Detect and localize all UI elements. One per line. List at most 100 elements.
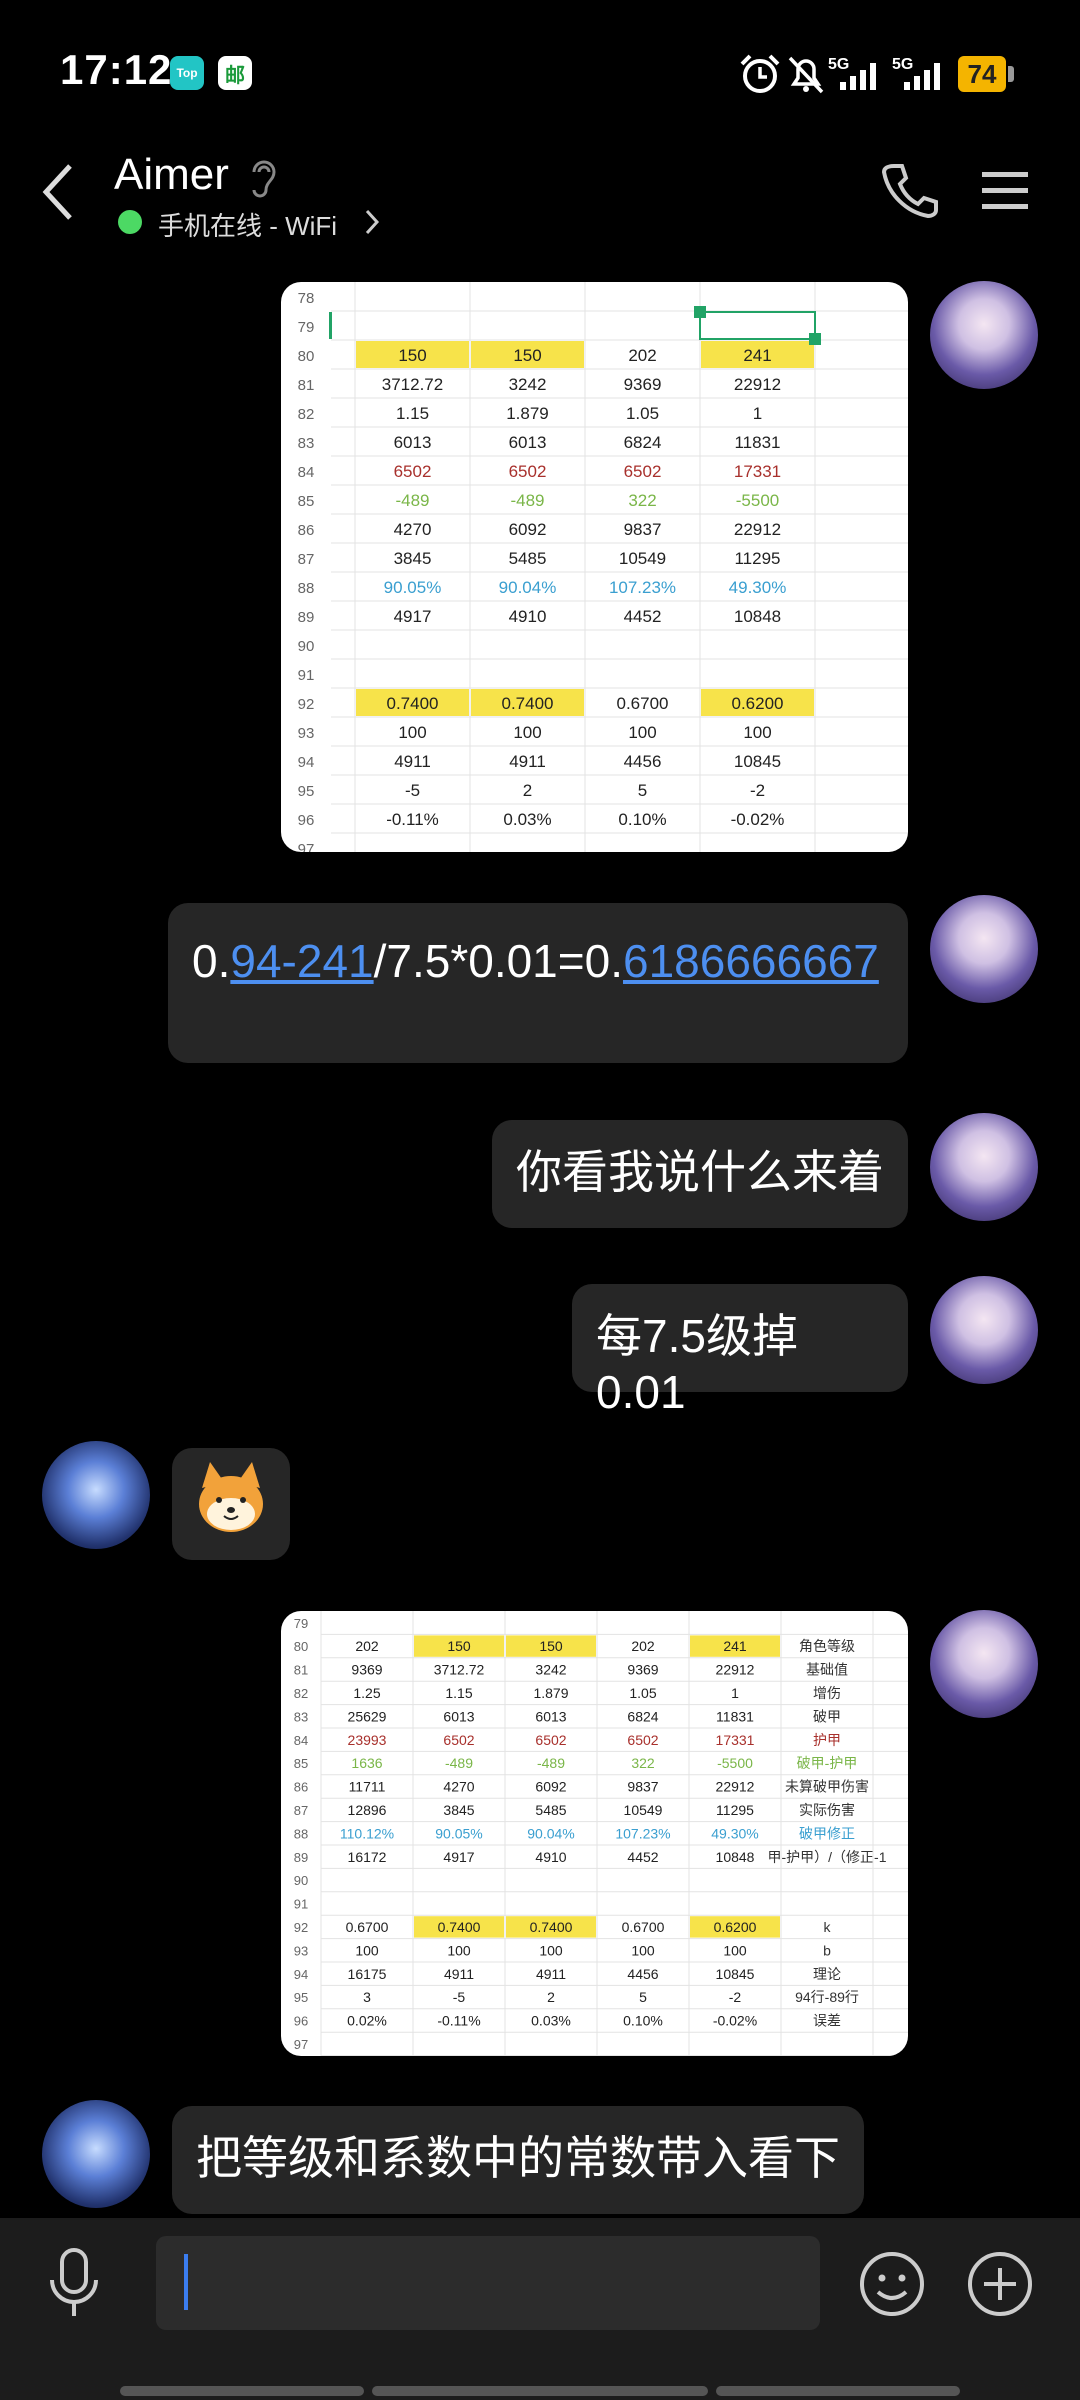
sheet-cell: 9837 bbox=[624, 520, 662, 539]
row-number: 89 bbox=[294, 1850, 308, 1865]
sheet-cell: 22912 bbox=[734, 520, 781, 539]
spreadsheet-image-1[interactable]: 78 79 80 150 150 202 241 81 3712.72 3242 9369 22912… bbox=[281, 282, 908, 852]
sheet-cell: 2 bbox=[547, 1989, 555, 2005]
sheet-cell: 5485 bbox=[535, 1802, 566, 1818]
row-number: 89 bbox=[298, 609, 315, 626]
sheet-cell: 100 bbox=[723, 1942, 747, 1958]
row-number: 87 bbox=[298, 551, 315, 568]
sheet-cell: 甲-护甲）/（修正-1 bbox=[768, 1849, 887, 1865]
message-bubble[interactable]: 你看我说什么来着 bbox=[492, 1120, 908, 1228]
sheet-cell: 241 bbox=[743, 346, 771, 365]
message-input[interactable] bbox=[156, 2236, 820, 2330]
chat-title[interactable]: Aimer bbox=[114, 150, 229, 200]
row-number: 80 bbox=[294, 1639, 308, 1654]
sheet-cell: 0.6200 bbox=[732, 694, 784, 713]
sheet-cell: 100 bbox=[628, 723, 656, 742]
sheet-cell: 破甲-护甲 bbox=[797, 1755, 858, 1771]
sheet-cell: -5500 bbox=[736, 491, 779, 510]
row-number: 78 bbox=[298, 290, 315, 307]
sheet-cell: 4452 bbox=[627, 1849, 658, 1865]
chevron-right-icon[interactable] bbox=[364, 208, 380, 236]
sheet-cell: 6824 bbox=[627, 1708, 658, 1724]
row-number: 84 bbox=[298, 464, 315, 481]
battery-tip bbox=[1008, 66, 1014, 82]
sheet-cell: 1 bbox=[731, 1685, 739, 1701]
phone-icon[interactable] bbox=[880, 160, 940, 220]
avatar[interactable] bbox=[930, 895, 1038, 1003]
sheet-cell: 0.03% bbox=[531, 2013, 571, 2029]
sheet-cell: 22912 bbox=[716, 1779, 755, 1795]
avatar[interactable] bbox=[930, 1113, 1038, 1221]
avatar[interactable] bbox=[930, 1276, 1038, 1384]
sheet-cell: 6502 bbox=[443, 1732, 474, 1748]
formula-prefix: 0. bbox=[192, 935, 231, 987]
row-number: 95 bbox=[294, 1990, 308, 2005]
row-marker bbox=[329, 312, 332, 339]
sheet-cell: 理论 bbox=[813, 1966, 841, 1982]
nav-segment bbox=[120, 2386, 364, 2396]
avatar[interactable] bbox=[42, 1441, 150, 1549]
sheet-cell: 4270 bbox=[443, 1779, 474, 1795]
row-number: 85 bbox=[298, 493, 315, 510]
sheet-cell: -0.02% bbox=[713, 2013, 757, 2029]
row-number: 83 bbox=[294, 1709, 308, 1724]
spreadsheet-image-2[interactable]: 79 80 202 150 150 202 241 角色等级 81 9369 3712.72 3242… bbox=[281, 1611, 908, 2056]
menu-icon[interactable] bbox=[980, 168, 1030, 214]
sheet-cell: 90.05% bbox=[435, 1825, 482, 1841]
message-bubble[interactable]: 0.94-241/7.5*0.01=0.6186666667 bbox=[168, 903, 908, 1063]
row-number: 88 bbox=[298, 580, 315, 597]
sheet-cell: 150 bbox=[447, 1638, 471, 1654]
sheet-cell: 0.7400 bbox=[530, 1919, 573, 1935]
online-status[interactable]: 手机在线 - WiFi bbox=[158, 206, 337, 243]
nav-segment bbox=[716, 2386, 960, 2396]
sheet-cell: 10848 bbox=[716, 1849, 755, 1865]
sheet-cell: 4456 bbox=[624, 752, 662, 771]
sheet-cell: 22912 bbox=[716, 1662, 755, 1678]
formula-link-1[interactable]: 94-241 bbox=[230, 935, 373, 987]
sheet-cell: 1.879 bbox=[533, 1685, 568, 1701]
sheet-cell: 基础值 bbox=[806, 1662, 848, 1678]
message-bubble[interactable]: 每7.5级掉0.01 bbox=[572, 1284, 908, 1418]
sheet-cell: 3 bbox=[363, 1989, 371, 2005]
sheet-cell: 4911 bbox=[536, 1966, 566, 1982]
sheet-cell: 90.05% bbox=[384, 578, 442, 597]
alarm-icon bbox=[740, 54, 780, 93]
avatar[interactable] bbox=[42, 2100, 150, 2208]
message-bubble[interactable]: 把等级和系数中的常数带入看下 bbox=[172, 2106, 864, 2214]
top-app-icon: Top bbox=[170, 56, 204, 90]
plus-icon[interactable] bbox=[964, 2248, 1036, 2320]
sheet-cell: 1.25 bbox=[353, 1685, 380, 1701]
signal-icon bbox=[840, 63, 876, 90]
online-dot bbox=[118, 210, 142, 234]
sheet-cell: 49.30% bbox=[729, 578, 787, 597]
emoji-icon[interactable] bbox=[856, 2248, 928, 2320]
row-number: 97 bbox=[298, 841, 315, 852]
sheet-cell: 6092 bbox=[535, 1779, 566, 1795]
sheet-cell: 5 bbox=[638, 781, 647, 800]
sheet-cell: 11295 bbox=[734, 549, 780, 568]
sheet-cell: 6013 bbox=[394, 433, 432, 452]
row-number: 96 bbox=[294, 2014, 308, 2029]
mic-icon[interactable] bbox=[44, 2246, 104, 2322]
formula-link-2[interactable]: 6186666667 bbox=[623, 935, 879, 987]
back-icon[interactable] bbox=[36, 160, 80, 224]
post-app-icon: 邮 bbox=[218, 56, 252, 90]
sheet-cell: 49.30% bbox=[711, 1825, 758, 1841]
sheet-cell: 12896 bbox=[348, 1802, 387, 1818]
row-number: 82 bbox=[298, 406, 315, 423]
sticker-bubble[interactable] bbox=[172, 1448, 290, 1560]
formula-middle: /7.5*0.01=0. bbox=[373, 935, 623, 987]
sheet-cell: 1636 bbox=[351, 1755, 382, 1771]
avatar[interactable] bbox=[930, 1610, 1038, 1718]
sheet-cell: 202 bbox=[628, 346, 656, 365]
sheet-cell: 1.15 bbox=[396, 404, 429, 423]
avatar[interactable] bbox=[930, 281, 1038, 389]
sheet-cell: 322 bbox=[631, 1755, 655, 1771]
sheet-cell: 误差 bbox=[813, 2013, 841, 2029]
spreadsheet-grid-2: 7980 202 150 150 202 241 角色等级81 9369 3712.72 3242… bbox=[294, 1611, 908, 2056]
sheet-cell: 10845 bbox=[734, 752, 781, 771]
sheet-cell: 实际伤害 bbox=[799, 1802, 855, 1818]
sheet-cell: -2 bbox=[729, 1989, 742, 2005]
sheet-cell: -0.11% bbox=[386, 810, 439, 829]
sheet-cell: 10549 bbox=[624, 1802, 663, 1818]
